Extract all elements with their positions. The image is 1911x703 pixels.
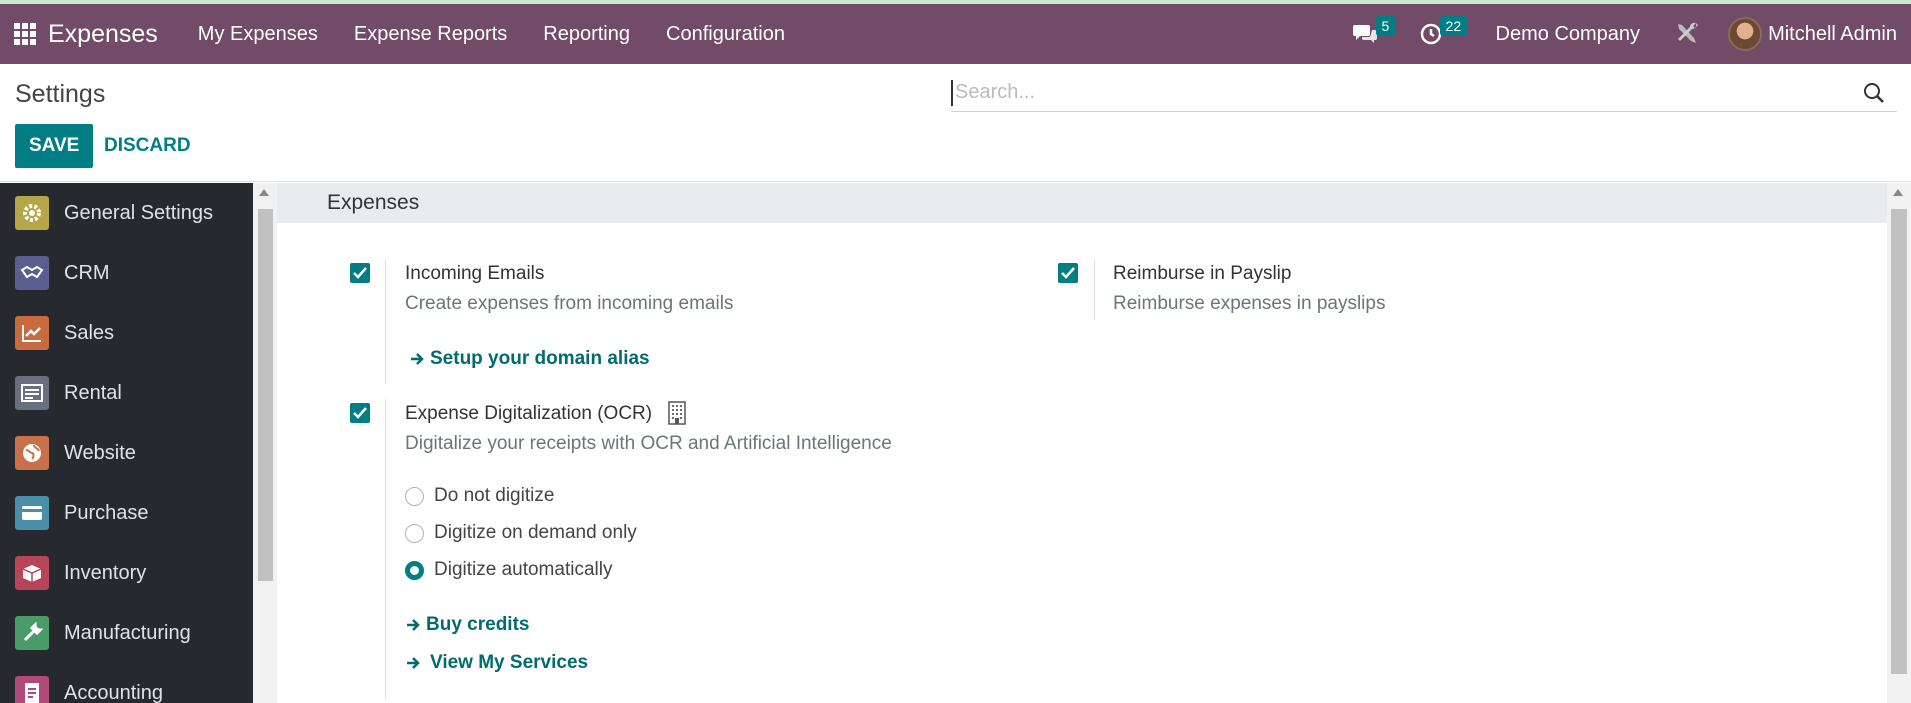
- sidebar-scrollbar[interactable]: [253, 183, 277, 703]
- search-icon[interactable]: [1863, 82, 1885, 104]
- radio-button-selected[interactable]: [405, 560, 424, 580]
- buy-credits-link[interactable]: Buy credits: [406, 614, 529, 636]
- settings-sidebar: General Settings CRM Sales Rental Websit…: [0, 183, 253, 703]
- radio-digitize-automatically[interactable]: Digitize automatically: [405, 559, 612, 581]
- page-title: Settings: [15, 80, 106, 108]
- divider: [385, 399, 386, 699]
- sidebar-item-label: Website: [64, 441, 136, 464]
- menu-my-expenses[interactable]: My Expenses: [180, 23, 336, 46]
- app-name[interactable]: Expenses: [48, 20, 158, 49]
- save-button[interactable]: SAVE: [15, 124, 94, 168]
- radio-button[interactable]: [405, 486, 424, 506]
- scroll-up-arrow-icon[interactable]: [1893, 189, 1903, 196]
- check-icon: [353, 407, 367, 419]
- divider: [385, 259, 386, 384]
- reimburse-payslip-title: Reimburse in Payslip: [1113, 263, 1292, 284]
- arrow-right-icon: [411, 353, 424, 365]
- menu-expense-reports[interactable]: Expense Reports: [336, 23, 525, 46]
- scrollbar-thumb[interactable]: [1891, 209, 1907, 674]
- link-label: Buy credits: [426, 614, 530, 635]
- sidebar-item-rental[interactable]: Rental: [0, 363, 253, 423]
- user-menu[interactable]: Mitchell Admin: [1716, 17, 1911, 51]
- building-icon: [668, 401, 686, 425]
- section-title: Expenses: [277, 183, 1887, 223]
- check-icon: [353, 267, 367, 279]
- sidebar-item-sales[interactable]: Sales: [0, 303, 253, 363]
- incoming-emails-title: Incoming Emails: [405, 263, 545, 284]
- messages-button[interactable]: 5: [1338, 4, 1396, 64]
- ocr-checkbox[interactable]: [350, 403, 370, 423]
- ocr-desc: Digitalize your receipts with OCR and Ar…: [405, 433, 892, 454]
- avatar: [1728, 17, 1763, 51]
- radio-digitize-on-demand[interactable]: Digitize on demand only: [405, 522, 637, 544]
- sidebar-item-label: Sales: [64, 321, 115, 344]
- gear-icon: [15, 196, 49, 230]
- chat-icon: [1352, 25, 1377, 43]
- incoming-emails-desc: Create expenses from incoming emails: [405, 293, 734, 314]
- company-switcher[interactable]: Demo Company: [1476, 23, 1661, 46]
- systray: 5 22 Demo Company Mitchell Admin: [1338, 4, 1911, 64]
- radio-label: Digitize automatically: [434, 559, 613, 580]
- discard-button[interactable]: DISCARD: [92, 124, 203, 168]
- activities-count-badge: 22: [1439, 16, 1468, 36]
- check-icon: [1061, 267, 1075, 279]
- box-icon: [15, 556, 49, 590]
- scrollbar-thumb[interactable]: [258, 209, 273, 581]
- handshake-icon: [15, 256, 49, 290]
- menu-configuration[interactable]: Configuration: [648, 23, 803, 46]
- scroll-up-arrow-icon[interactable]: [259, 189, 269, 196]
- settings-content: Expenses Incoming Emails Create expenses…: [277, 183, 1887, 703]
- reimburse-payslip-desc: Reimburse expenses in payslips: [1113, 293, 1386, 314]
- search-bar: [951, 74, 1897, 112]
- wrench-icon: [15, 616, 49, 650]
- sidebar-item-label: Accounting: [64, 681, 163, 703]
- radio-label: Digitize on demand only: [434, 522, 637, 543]
- search-input[interactable]: [951, 79, 1863, 106]
- sidebar-item-label: Inventory: [64, 561, 147, 584]
- setup-domain-alias-link[interactable]: Setup your domain alias: [410, 348, 650, 370]
- chart-icon: [15, 316, 49, 350]
- control-panel: Settings SAVE DISCARD: [0, 64, 1911, 182]
- rental-icon: [15, 376, 49, 410]
- tools-icon: [1678, 22, 1699, 43]
- clock-icon: [1420, 23, 1441, 45]
- incoming-emails-checkbox[interactable]: [350, 263, 370, 283]
- sidebar-item-general-settings[interactable]: General Settings: [0, 183, 253, 243]
- link-label: Setup your domain alias: [430, 348, 650, 369]
- sidebar-item-label: Manufacturing: [64, 621, 191, 644]
- divider: [1094, 259, 1095, 320]
- card-icon: [15, 496, 49, 530]
- sidebar-item-label: Rental: [64, 381, 122, 404]
- radio-label: Do not digitize: [434, 485, 555, 506]
- arrow-right-icon: [407, 619, 420, 631]
- sidebar-item-label: CRM: [64, 261, 110, 284]
- reimburse-payslip-checkbox[interactable]: [1058, 263, 1078, 283]
- content-scrollbar[interactable]: [1887, 183, 1911, 703]
- activities-button[interactable]: 22: [1406, 4, 1468, 64]
- view-my-services-link[interactable]: View My Services: [406, 652, 588, 674]
- messages-count-badge: 5: [1375, 16, 1396, 36]
- sidebar-item-accounting[interactable]: Accounting: [0, 663, 253, 703]
- sidebar-item-label: General Settings: [64, 201, 213, 224]
- user-name: Mitchell Admin: [1768, 22, 1897, 45]
- sidebar-item-website[interactable]: Website: [0, 423, 253, 483]
- link-label: View My Services: [430, 652, 589, 673]
- menu-reporting[interactable]: Reporting: [525, 23, 648, 46]
- debug-tools-button[interactable]: [1660, 4, 1716, 64]
- radio-do-not-digitize[interactable]: Do not digitize: [405, 485, 554, 507]
- sidebar-item-crm[interactable]: CRM: [0, 243, 253, 303]
- document-icon: [15, 676, 49, 703]
- sidebar-item-label: Purchase: [64, 501, 149, 524]
- sidebar-item-purchase[interactable]: Purchase: [0, 483, 253, 543]
- app-menu-grid-icon[interactable]: [6, 15, 44, 53]
- top-navbar: Expenses My Expenses Expense Reports Rep…: [0, 0, 1911, 64]
- sidebar-item-manufacturing[interactable]: Manufacturing: [0, 603, 253, 663]
- sidebar-item-inventory[interactable]: Inventory: [0, 543, 253, 603]
- radio-button[interactable]: [405, 523, 424, 543]
- ocr-title: Expense Digitalization (OCR): [405, 403, 653, 424]
- globe-icon: [15, 436, 49, 470]
- arrow-right-icon: [407, 657, 420, 669]
